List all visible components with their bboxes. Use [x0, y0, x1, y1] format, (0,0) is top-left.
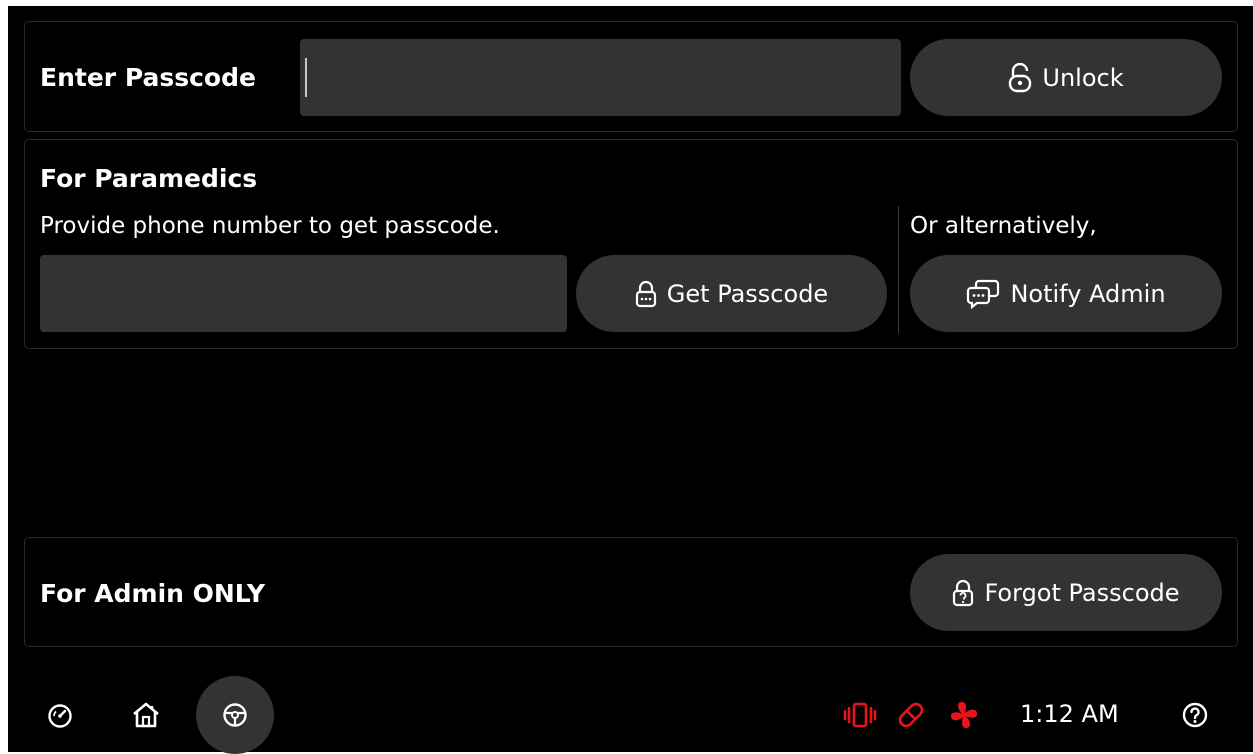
passcode-input[interactable]: [300, 39, 901, 116]
phone-number-input[interactable]: [40, 255, 567, 332]
lock-keypad-icon: [635, 280, 657, 308]
text-cursor: [305, 58, 307, 97]
alternatively-text: Or alternatively,: [910, 213, 1097, 239]
help-icon[interactable]: [1180, 700, 1210, 730]
fan-icon: [946, 698, 982, 732]
unlock-icon: [1008, 62, 1032, 93]
admin-title: For Admin ONLY: [40, 579, 265, 608]
paramedics-instructions: Provide phone number to get passcode.: [40, 213, 500, 239]
paramedics-title: For Paramedics: [40, 164, 258, 193]
notify-admin-label: Notify Admin: [1010, 279, 1166, 308]
chat-icon: [966, 279, 1000, 309]
lock-screen: Enter Passcode Unlock For Paramedics Pro…: [8, 6, 1253, 754]
vibration-icon: [842, 700, 878, 730]
dashboard-icon[interactable]: [46, 702, 74, 730]
get-passcode-label: Get Passcode: [666, 279, 829, 308]
paramedics-divider: [898, 206, 899, 333]
home-icon[interactable]: [130, 700, 162, 730]
forgot-passcode-label: Forgot Passcode: [984, 578, 1180, 607]
unlock-label: Unlock: [1042, 63, 1124, 92]
clock-time: 1:12 AM: [1020, 700, 1119, 728]
get-passcode-button[interactable]: Get Passcode: [576, 255, 887, 332]
pill-icon: [894, 698, 928, 732]
forgot-passcode-button[interactable]: Forgot Passcode: [910, 554, 1222, 631]
steering-wheel-icon[interactable]: [196, 676, 274, 754]
lock-question-icon: [952, 579, 974, 607]
enter-passcode-label: Enter Passcode: [40, 63, 256, 92]
unlock-button[interactable]: Unlock: [910, 39, 1222, 116]
notify-admin-button[interactable]: Notify Admin: [910, 255, 1222, 332]
